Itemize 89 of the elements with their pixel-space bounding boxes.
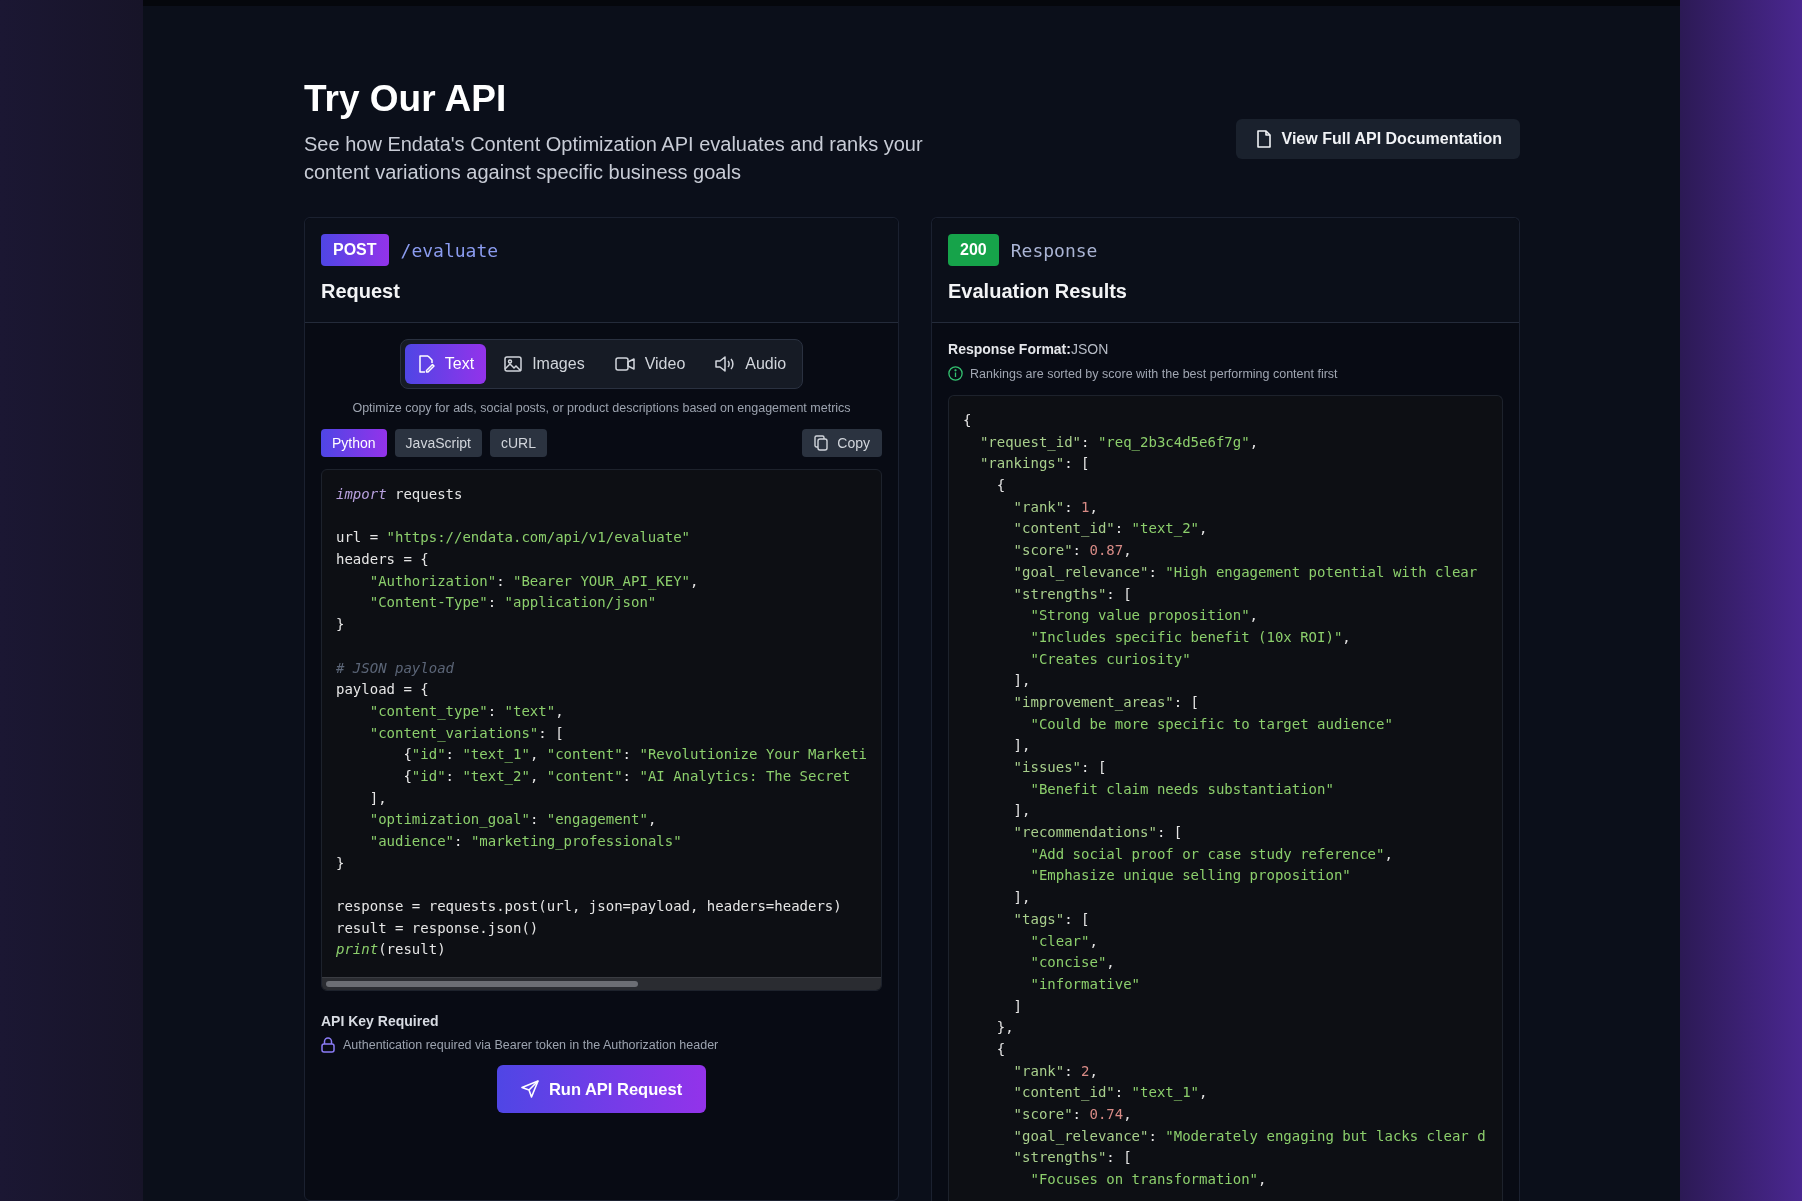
docs-button[interactable]: View Full API Documentation xyxy=(1235,119,1520,159)
code-line: "rank": 1, xyxy=(1012,497,1099,517)
code-line: ], xyxy=(368,788,388,808)
code-line: "concise", xyxy=(1029,953,1116,973)
code-line: } xyxy=(336,615,346,635)
code-line: "improvement_areas": [ xyxy=(1012,692,1201,713)
panel-title: Request xyxy=(321,280,401,303)
code-line: ], xyxy=(1012,888,1032,908)
code-line: result = response.json() xyxy=(336,918,540,938)
code-line: "issues": [ xyxy=(1012,758,1108,777)
response-format: Response Format:JSON xyxy=(948,341,1110,357)
auth-note: Authentication required via Bearer token in the Authorization header xyxy=(343,1038,719,1052)
language-tab[interactable]: JavaScript xyxy=(394,429,482,457)
page-subtitle: See how Endata's Content Optimization API evaluates and ranks your content variations against specific business goals xyxy=(304,132,924,185)
code-line: "Creates curiosity" xyxy=(1029,649,1192,669)
code-line: ], xyxy=(1012,736,1032,756)
code-line: { xyxy=(963,411,973,430)
media-tab[interactable]: Audio xyxy=(703,344,799,384)
video-camera-icon xyxy=(614,357,635,371)
code-line: "score": 0.74, xyxy=(1012,1105,1133,1124)
code-line: ], xyxy=(1012,801,1032,821)
scrollbar[interactable] xyxy=(322,977,882,990)
copy-button[interactable]: Copy xyxy=(802,429,883,457)
code-line: "goal_relevance": "High engagement potential with clear xyxy=(1012,562,1479,583)
code-line: "goal_relevance": "Moderately engaging but lacks clear d xyxy=(1012,1126,1487,1147)
response-label: Response xyxy=(1010,239,1098,261)
code-line: "Emphasize unique selling proposition" xyxy=(1029,866,1352,886)
code-line: "score": 0.87, xyxy=(1012,541,1133,561)
code-line: "content_type": "text", xyxy=(368,701,565,722)
lock-icon xyxy=(321,1037,335,1053)
endpoint-path: /evaluate xyxy=(400,239,499,261)
code-line: { xyxy=(995,476,1007,496)
code-line: import requests xyxy=(336,485,464,504)
status-badge: 200 xyxy=(948,234,999,266)
code-line: "request_id": "req_2b3c4d5e6f7g", xyxy=(978,432,1260,453)
language-tab[interactable]: cURL xyxy=(489,429,547,457)
code-line: print(result) xyxy=(336,940,447,960)
speaker-icon xyxy=(715,356,736,372)
send-icon xyxy=(520,1080,539,1098)
copy-icon xyxy=(814,435,829,451)
code-line: ], xyxy=(1012,671,1032,691)
code-line: "clear", xyxy=(1029,931,1099,951)
code-line: "Could be more specific to target audience" xyxy=(1029,714,1394,734)
code-line: {"id": "text_1", "content": "Revolutionize Your Marketi xyxy=(402,745,868,765)
code-line: "recommendations": [ xyxy=(1012,823,1184,843)
code-line: "strengths": [ xyxy=(1012,1148,1133,1168)
info-icon xyxy=(948,366,964,381)
code-line: "optimization_goal": "engagement", xyxy=(368,810,658,830)
code-line: "Benefit claim needs substantiation" xyxy=(1029,779,1335,799)
auth-title: API Key Required xyxy=(321,1013,440,1029)
code-line: "Strong value proposition", xyxy=(1029,606,1260,626)
code-line: url = "https://endata.com/api/v1/evaluate" xyxy=(336,528,691,548)
code-line: "strengths": [ xyxy=(1012,584,1133,604)
code-line: "informative" xyxy=(1029,974,1142,994)
code-line: "content_id": "text_2", xyxy=(1012,519,1209,539)
document-icon xyxy=(1255,130,1272,148)
code-line: "Content-Type": "application/json" xyxy=(368,593,658,613)
language-tab[interactable]: Python xyxy=(321,429,387,457)
code-line: } xyxy=(336,853,346,873)
method-badge: POST xyxy=(321,234,389,266)
code-line: "audience": "marketing_professionals" xyxy=(368,832,683,852)
code-line: "Focuses on transformation", xyxy=(1029,1170,1268,1190)
code-line: "Authorization": "Bearer YOUR_API_KEY", xyxy=(368,571,700,592)
code-line: }, xyxy=(995,1018,1015,1038)
image-icon xyxy=(504,356,523,372)
code-line: headers = { xyxy=(336,550,430,570)
edit-document-icon xyxy=(416,355,435,373)
code-line: "content_variations": [ xyxy=(368,723,565,744)
media-tab[interactable]: Text xyxy=(404,344,487,384)
code-line: ] xyxy=(1012,996,1024,1016)
media-description: Optimize copy for ads, social posts, or product descriptions based on engagement metrics xyxy=(351,401,852,415)
code-line: "Includes specific benefit (10x ROI)", xyxy=(1029,627,1352,647)
page-title: Try Our API xyxy=(304,78,508,120)
code-line: "Add social proof or case study reference", xyxy=(1029,844,1394,864)
media-tab[interactable]: Images xyxy=(492,344,597,384)
info-note: Rankings are sorted by score with the best performing content first xyxy=(970,366,1338,381)
code-line: "rankings": [ xyxy=(978,454,1091,474)
code-line: "content_id": "text_1", xyxy=(1012,1083,1209,1103)
code-line: # JSON payload xyxy=(336,658,455,678)
media-tab[interactable]: Video xyxy=(602,344,698,384)
code-line: payload = { xyxy=(336,680,430,700)
run-request-button[interactable]: Run API Request xyxy=(496,1065,707,1113)
code-line: { xyxy=(995,1039,1007,1059)
panel-title: Evaluation Results xyxy=(948,280,1128,303)
code-line: {"id": "text_2", "content": "AI Analytics: The Secret xyxy=(402,766,852,787)
code-line: "rank": 2, xyxy=(1012,1061,1099,1081)
code-line: response = requests.post(url, json=payload, headers=headers) xyxy=(336,897,843,917)
scrollbar-thumb[interactable] xyxy=(326,981,638,987)
code-line: "tags": [ xyxy=(1012,909,1091,929)
